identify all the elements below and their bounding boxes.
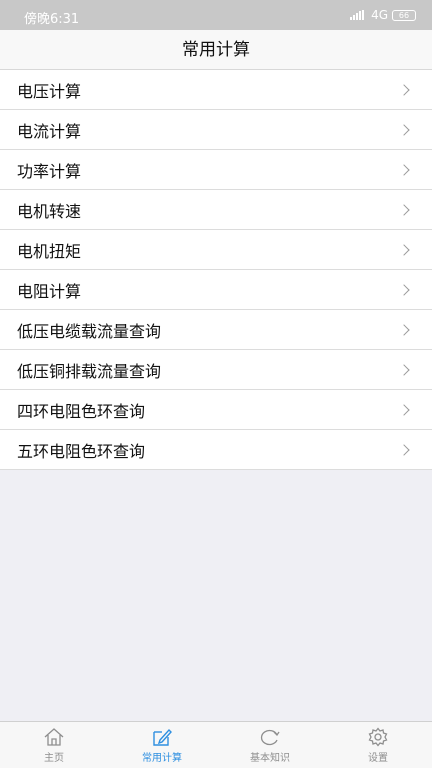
- menu-item-label: 电压计算: [17, 81, 82, 101]
- home-icon: [44, 728, 64, 746]
- tab-settings[interactable]: 设置: [324, 722, 432, 768]
- tab-label: 基本知识: [250, 753, 290, 764]
- menu-item-label: 四环电阻色环查询: [17, 401, 146, 421]
- chevron-right-icon: [398, 323, 410, 336]
- gear-icon: [368, 727, 388, 747]
- tab-label: 主页: [44, 753, 64, 764]
- edit-icon: [153, 728, 172, 746]
- chevron-right-icon: [398, 243, 410, 256]
- chevron-right-icon: [398, 403, 410, 416]
- battery-icon: 66: [392, 9, 416, 21]
- status-time: 傍晚6:31: [24, 12, 80, 27]
- menu-item-label: 功率计算: [17, 161, 82, 181]
- menu-item-label: 电阻计算: [17, 281, 82, 301]
- chevron-right-icon: [398, 283, 410, 296]
- tab-label: 常用计算: [142, 753, 182, 764]
- tab-label: 设置: [368, 753, 388, 764]
- menu-item-current[interactable]: 电流计算: [0, 110, 432, 150]
- tab-basic-knowledge[interactable]: 基本知识: [216, 722, 324, 768]
- calc-menu-list: 电压计算 电流计算 功率计算 电机转速 电机扭矩 电阻计算 低压电缆载流量查询 …: [0, 70, 432, 470]
- menu-item-label: 低压铜排载流量查询: [17, 361, 162, 381]
- network-label: 4G: [371, 8, 388, 22]
- menu-item-voltage[interactable]: 电压计算: [0, 70, 432, 110]
- signal-icon: [350, 10, 365, 20]
- menu-item-label: 低压电缆载流量查询: [17, 321, 162, 341]
- tab-bar: 主页 常用计算 基本知识 设置: [0, 721, 432, 768]
- menu-item-resistance[interactable]: 电阻计算: [0, 270, 432, 310]
- chevron-right-icon: [398, 363, 410, 376]
- nav-bar: 常用计算: [0, 30, 432, 70]
- tab-common-calc[interactable]: 常用计算: [108, 722, 216, 768]
- status-bar: 傍晚6:31 4G 66: [0, 0, 432, 30]
- menu-item-label: 电机扭矩: [17, 241, 82, 261]
- menu-item-motor-speed[interactable]: 电机转速: [0, 190, 432, 230]
- menu-item-four-band-resistor[interactable]: 四环电阻色环查询: [0, 390, 432, 430]
- chevron-right-icon: [398, 163, 410, 176]
- menu-item-motor-torque[interactable]: 电机扭矩: [0, 230, 432, 270]
- refresh-icon: [260, 729, 280, 746]
- menu-item-label: 电机转速: [17, 201, 82, 221]
- page-title: 常用计算: [182, 40, 250, 60]
- menu-item-busbar-ampacity[interactable]: 低压铜排载流量查询: [0, 350, 432, 390]
- menu-item-label: 五环电阻色环查询: [17, 441, 146, 461]
- chevron-right-icon: [398, 203, 410, 216]
- menu-item-label: 电流计算: [17, 121, 82, 141]
- menu-item-cable-ampacity[interactable]: 低压电缆载流量查询: [0, 310, 432, 350]
- chevron-right-icon: [398, 123, 410, 136]
- tab-home[interactable]: 主页: [0, 722, 108, 768]
- status-indicators: 4G 66: [350, 8, 416, 22]
- chevron-right-icon: [398, 443, 410, 456]
- menu-item-five-band-resistor[interactable]: 五环电阻色环查询: [0, 430, 432, 470]
- chevron-right-icon: [398, 83, 410, 96]
- menu-item-power[interactable]: 功率计算: [0, 150, 432, 190]
